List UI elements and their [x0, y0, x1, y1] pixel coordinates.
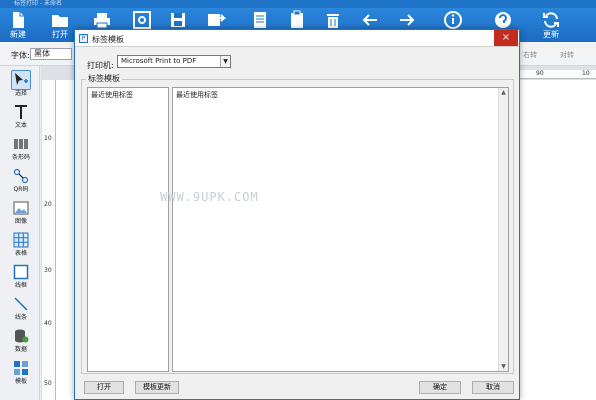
tool-select[interactable]: 选择: [9, 70, 33, 100]
tool-label: 条形码: [11, 154, 30, 161]
rectangle-icon: [11, 262, 31, 282]
recent-list-header[interactable]: 最近使用标签: [91, 90, 133, 100]
ok-button[interactable]: 确定: [419, 381, 461, 394]
at-sign-icon: [133, 11, 151, 29]
vertical-scrollbar[interactable]: ▲ ▼: [498, 88, 508, 371]
tool-qrcode[interactable]: QR码: [9, 166, 33, 196]
label-page[interactable]: [520, 80, 596, 400]
printer-select-value: Microsoft Print to PDF: [121, 57, 197, 65]
new-file-icon: [13, 12, 24, 28]
tool-label: 表格: [14, 250, 27, 257]
line-icon: [11, 294, 31, 314]
ruler-top-number: 10: [582, 70, 590, 77]
arrow-left-icon: [362, 14, 377, 26]
select-cursor-icon: [11, 70, 31, 90]
arrow-right-icon: [400, 14, 415, 26]
database-icon: [11, 326, 31, 346]
tool-template[interactable]: 模板: [9, 358, 33, 388]
tool-label: 文本: [14, 122, 27, 129]
app-logo-icon: P: [79, 34, 88, 43]
help-icon: [495, 12, 511, 28]
update-button[interactable]: 更新: [541, 10, 561, 40]
template-dialog: P 标签模板 × 打印机: Microsoft Print to PDF ▼ 标…: [74, 29, 520, 400]
ruler-top: 90 10: [520, 70, 596, 79]
font-label: 字体:: [11, 51, 30, 60]
label-page-left[interactable]: [56, 80, 74, 400]
template-panel-header: 最近使用标签: [176, 91, 218, 99]
tool-label: 线框: [14, 282, 27, 289]
qr-code-icon: [11, 166, 31, 186]
save-icon: [171, 13, 185, 27]
template-icon: [11, 358, 31, 378]
tool-label: 模板: [14, 378, 27, 385]
ruler-top-number: 90: [536, 70, 544, 77]
align-right-button[interactable]: 右转: [523, 50, 537, 60]
save-as-icon: [208, 14, 226, 26]
printer-select[interactable]: Microsoft Print to PDF ▼: [117, 55, 231, 68]
scroll-down-icon[interactable]: ▼: [499, 362, 508, 371]
tool-label: 图像: [14, 218, 27, 225]
cancel-button[interactable]: 取消: [472, 381, 514, 394]
chevron-down-icon: ▼: [220, 56, 230, 67]
tool-label: 数据: [14, 346, 27, 353]
tool-label: QR码: [13, 186, 29, 193]
new-button[interactable]: 新建: [8, 10, 28, 40]
update-template-button[interactable]: 模板更新: [135, 381, 179, 394]
document-icon: [254, 12, 266, 28]
open-label: 打开: [52, 30, 68, 39]
tool-label: 选择: [14, 90, 27, 97]
update-label: 更新: [543, 30, 559, 39]
font-select[interactable]: 黑体: [30, 48, 72, 60]
ruler-left-number: 40: [44, 320, 52, 327]
ruler-left-number: 50: [44, 380, 52, 387]
tool-table[interactable]: 表格: [9, 230, 33, 260]
open-button[interactable]: 打开: [50, 10, 70, 40]
text-icon: [11, 102, 31, 122]
new-label: 新建: [10, 30, 26, 39]
ruler-left-number: 10: [44, 135, 52, 142]
tool-line[interactable]: 线条: [9, 294, 33, 324]
close-icon: ×: [501, 32, 511, 43]
image-icon: [11, 198, 31, 218]
ruler-left-number: 20: [44, 201, 52, 208]
tool-palette: 选择 文本 条形码 QR码 图像 表格 线框 线条 数据 模板: [0, 66, 40, 400]
recent-labels-list[interactable]: 最近使用标签: [87, 87, 169, 372]
watermark-text: WWW.9UPK.COM: [160, 190, 259, 204]
tool-database[interactable]: 数据: [9, 326, 33, 356]
tool-text[interactable]: 文本: [9, 102, 33, 132]
barcode-icon: [11, 134, 31, 154]
printer-label: 打印机:: [87, 61, 114, 70]
refresh-icon: [543, 12, 559, 28]
folder-icon: [52, 15, 68, 27]
template-preview-panel[interactable]: 最近使用标签 ▲ ▼: [172, 87, 509, 372]
print-icon: [94, 13, 110, 29]
align-center-button[interactable]: 对转: [560, 50, 574, 60]
ruler-left-number: 30: [44, 267, 52, 274]
dialog-titlebar[interactable]: P 标签模板 ×: [75, 30, 519, 47]
trash-icon: [327, 14, 339, 28]
groupbox-label: 标签模板: [86, 73, 122, 84]
clipboard-icon: [291, 10, 303, 28]
dialog-title: 标签模板: [92, 35, 124, 44]
tool-image[interactable]: 图像: [9, 198, 33, 228]
tool-barcode[interactable]: 条形码: [9, 134, 33, 164]
app-titlebar: 标签打印 - 未命名: [0, 0, 596, 8]
tool-label: 线条: [14, 314, 27, 321]
info-icon: [444, 11, 462, 29]
table-icon: [11, 230, 31, 250]
ruler-left: 10 20 30 40 50: [42, 80, 56, 400]
open-template-button[interactable]: 打开: [84, 381, 124, 394]
dialog-close-button[interactable]: ×: [494, 30, 518, 46]
scroll-up-icon[interactable]: ▲: [499, 88, 508, 97]
tool-rectangle[interactable]: 线框: [9, 262, 33, 292]
